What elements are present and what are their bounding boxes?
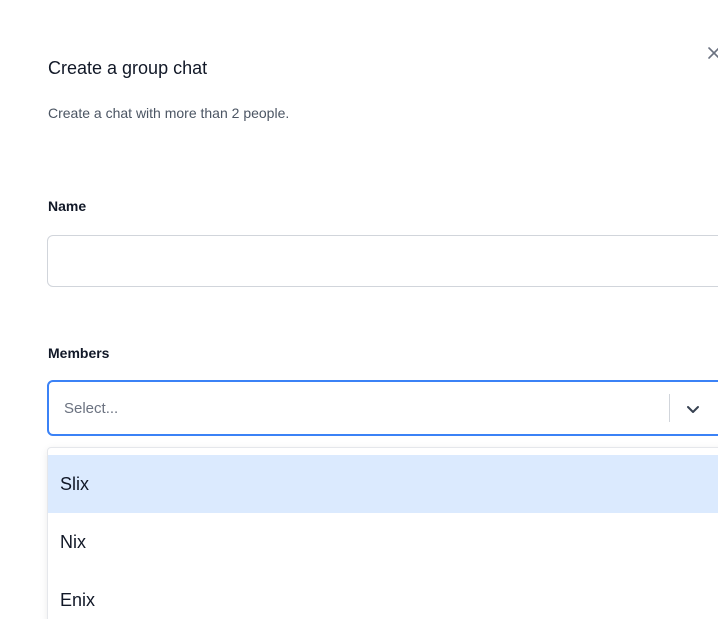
close-icon — [708, 47, 718, 59]
chevron-down-icon — [687, 406, 699, 413]
members-label: Members — [48, 345, 110, 361]
dropdown-toggle[interactable] — [685, 401, 701, 417]
member-option-enix[interactable]: Enix — [48, 571, 718, 619]
close-button[interactable] — [700, 40, 718, 68]
members-select-placeholder: Select... — [64, 400, 119, 417]
member-option-slix[interactable]: Slix — [48, 455, 718, 513]
name-input[interactable] — [47, 235, 718, 287]
dialog-title: Create a group chat — [48, 58, 208, 78]
dialog-subtitle: Create a chat with more than 2 people. — [48, 105, 290, 121]
member-option-nix[interactable]: Nix — [48, 513, 718, 571]
name-label: Name — [48, 198, 87, 214]
select-separator — [669, 394, 670, 422]
create-group-chat-dialog: Create a group chat Create a chat with m… — [0, 0, 718, 619]
members-select[interactable]: Select... — [47, 380, 718, 436]
members-dropdown-menu: Slix Nix Enix — [47, 447, 718, 619]
